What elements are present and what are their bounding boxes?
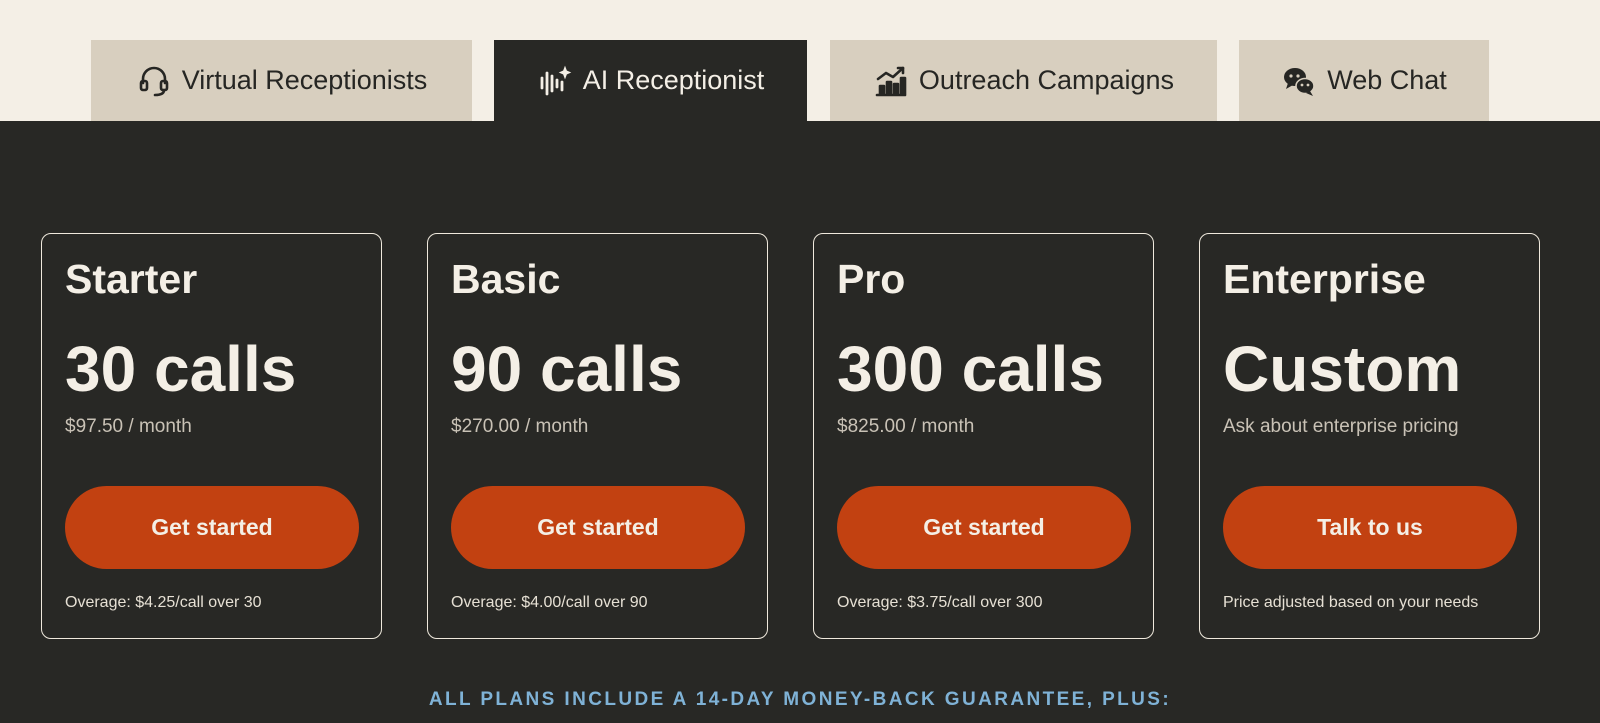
plan-name: Basic xyxy=(451,256,561,302)
tab-web-chat[interactable]: Web Chat xyxy=(1239,40,1489,121)
headset-icon xyxy=(136,63,172,99)
chat-bubbles-icon xyxy=(1281,63,1317,99)
plan-note: Price adjusted based on your needs xyxy=(1223,594,1479,611)
tab-label: Web Chat xyxy=(1327,65,1447,95)
plan-price: $825.00 / month xyxy=(837,416,975,437)
plan-calls: 30 calls xyxy=(65,333,297,405)
plan-price: $270.00 / month xyxy=(451,416,589,437)
plan-price: $97.50 / month xyxy=(65,416,192,437)
tab-label: AI Receptionist xyxy=(582,65,765,95)
tab-outreach-campaigns[interactable]: Outreach Campaigns xyxy=(830,40,1217,121)
plan-note: Overage: $4.00/call over 90 xyxy=(451,594,648,611)
plan-name: Enterprise xyxy=(1223,256,1426,302)
tab-label: Virtual Receptionists xyxy=(181,65,428,95)
talk-to-us-button[interactable]: Talk to us xyxy=(1223,486,1517,569)
ai-waveform-icon xyxy=(537,63,573,99)
plan-price: Ask about enterprise pricing xyxy=(1223,416,1459,437)
plan-card-enterprise: Enterprise Custom Ask about enterprise p… xyxy=(1199,233,1540,639)
plan-calls: 300 calls xyxy=(837,333,1104,405)
guarantee-heading: ALL PLANS INCLUDE A 14-DAY MONEY-BACK GU… xyxy=(428,689,1172,710)
plan-card-pro: Pro 300 calls $825.00 / month Get starte… xyxy=(813,233,1154,639)
plan-calls: Custom xyxy=(1223,333,1462,405)
get-started-button[interactable]: Get started xyxy=(837,486,1131,569)
plan-name: Pro xyxy=(837,256,906,302)
plan-calls: 90 calls xyxy=(451,333,683,405)
plan-card-starter: Starter 30 calls $97.50 / month Get star… xyxy=(41,233,382,639)
plan-card-basic: Basic 90 calls $270.00 / month Get start… xyxy=(427,233,768,639)
plan-note: Overage: $4.25/call over 30 xyxy=(65,594,262,611)
plan-note: Overage: $3.75/call over 300 xyxy=(837,594,1043,611)
tab-ai-receptionist[interactable]: AI Receptionist xyxy=(494,40,807,121)
growth-chart-icon xyxy=(873,63,909,99)
get-started-button[interactable]: Get started xyxy=(451,486,745,569)
get-started-button[interactable]: Get started xyxy=(65,486,359,569)
tab-label: Outreach Campaigns xyxy=(918,65,1175,95)
tab-virtual-receptionists[interactable]: Virtual Receptionists xyxy=(91,40,472,121)
plan-name: Starter xyxy=(65,256,198,302)
